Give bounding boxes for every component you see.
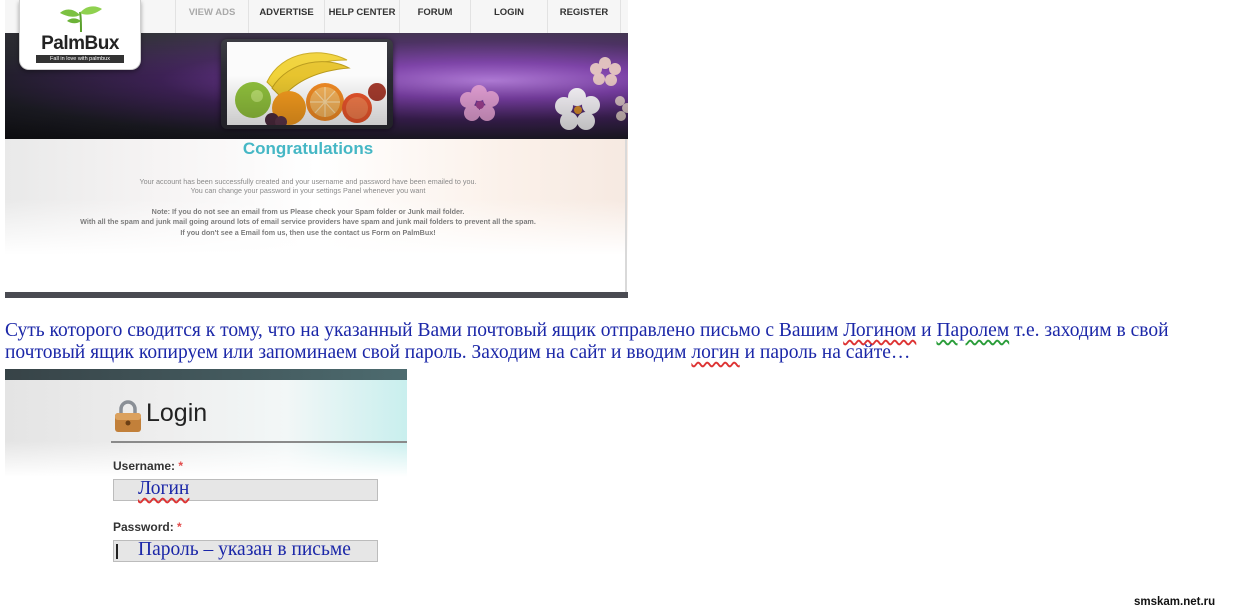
confirmation-panel: Congratulations Your account has been su… <box>5 139 628 292</box>
paragraph-part1: Суть которого сводится к тому, что на ук… <box>5 320 844 341</box>
password-label: Password: * <box>113 520 182 534</box>
login-topbar <box>5 369 407 380</box>
logo-text: PalmBux <box>41 33 119 54</box>
spam-note-line1: Note: If you do not see an email from us… <box>151 207 465 216</box>
logo-tagline: Fall in love with palmbux <box>36 55 124 63</box>
palmbux-logo[interactable]: PalmBux Fall in love with palmbux <box>19 0 141 70</box>
instruction-paragraph: Суть которого сводится к тому, что на ук… <box>5 320 1237 364</box>
word-password: Паролем <box>936 320 1010 341</box>
change-password-message: You can change your password in your set… <box>190 186 426 195</box>
text-caret <box>116 544 118 559</box>
username-label: Username: * <box>113 459 184 473</box>
login-lower-area <box>5 441 407 584</box>
watermark: smskam.net.ru <box>1134 596 1216 608</box>
paragraph-part4: и пароль на сайте… <box>739 342 911 363</box>
congratulations-heading: Congratulations <box>242 139 374 158</box>
palmbux-screenshot: VIEW ADS ADVERTISE HELP CENTER FORUM LOG… <box>5 0 628 298</box>
nav-login[interactable]: LOGIN <box>470 0 547 33</box>
bottom-bar <box>5 292 628 298</box>
username-input[interactable]: Логин <box>113 478 378 501</box>
padlock-icon <box>115 400 141 432</box>
password-input[interactable]: Пароль – указан в письме <box>113 539 378 562</box>
login-title: Login <box>146 399 208 427</box>
paragraph-part2: и <box>916 320 937 341</box>
account-created-message: Your account has been successfully creat… <box>139 177 477 186</box>
username-value: Логин <box>138 478 190 499</box>
nav-help-center[interactable]: HELP CENTER <box>324 0 399 33</box>
spam-note-line2: With all the spam and junk mail going ar… <box>80 217 536 226</box>
panel-right-border <box>625 139 627 292</box>
password-value: Пароль – указан в письме <box>138 539 351 560</box>
word-login-lower: логин <box>691 342 740 363</box>
nav-advertise[interactable]: ADVERTISE <box>248 0 324 33</box>
login-screenshot: Login Username: * Логин Password: * Паро… <box>5 369 407 584</box>
spam-note-line3: If you don't see a Email fom us, then us… <box>180 228 436 237</box>
word-login: Логином <box>843 320 917 341</box>
nav-forum[interactable]: FORUM <box>399 0 470 33</box>
nav-view-ads[interactable]: VIEW ADS <box>175 0 248 33</box>
leaf-icon <box>60 6 102 33</box>
nav-register[interactable]: REGISTER <box>547 0 621 33</box>
login-divider <box>111 441 407 443</box>
